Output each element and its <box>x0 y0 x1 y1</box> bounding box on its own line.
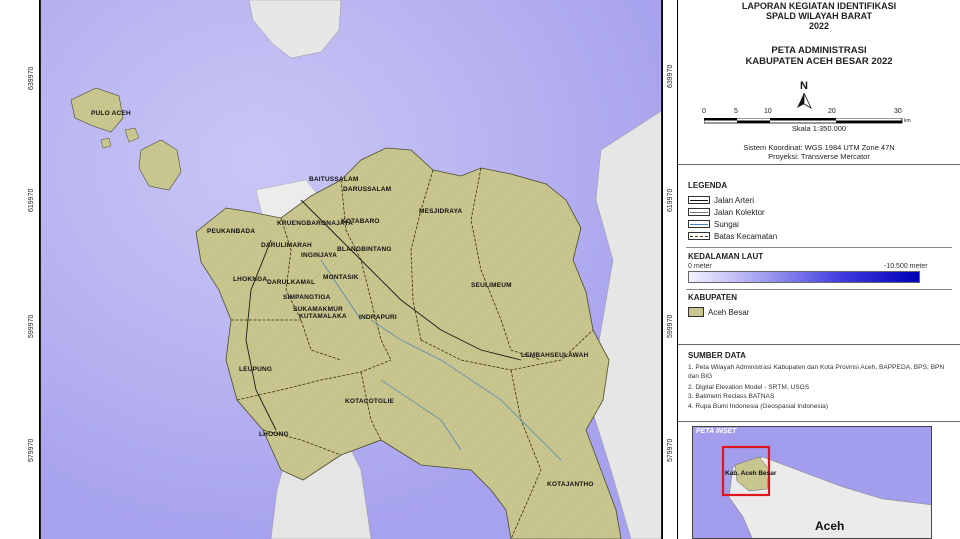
label-sukamakmur: SUKAMAKMUR <box>293 306 344 313</box>
inset-heading: PETA INSET <box>696 428 737 435</box>
source-item: 4. Rupa Bumi Indonesia (Geospasial Indon… <box>688 403 829 410</box>
grid-label: 599970 <box>667 314 674 338</box>
north-letter: N <box>800 80 808 92</box>
left-grid-ruler: 639970 619970 599970 579970 <box>0 0 40 539</box>
label-kotajantho: KOTAJANTHO <box>547 481 594 488</box>
grid-label: 579970 <box>28 438 35 462</box>
scale-text: Skala 1:350.000 <box>791 124 847 133</box>
main-map[interactable]: PULO ACEH BAITUSSALAM DARUSSALAM KRUENGB… <box>40 0 662 539</box>
report-title: LAPORAN KEGIATAN IDENTIFIKASI <box>741 1 897 11</box>
legend-block: LEGENDA Jalan Arteri Jalan Kolektor Sung… <box>678 165 960 345</box>
grid-label: 599970 <box>28 314 35 338</box>
label-mesjidraya: MESJIDRAYA <box>419 208 463 215</box>
map-layout: 639970 619970 599970 579970 PULO ACEH BA… <box>0 0 960 539</box>
inset-canvas <box>693 427 931 538</box>
legend-label: Jalan Kolektor <box>714 207 765 217</box>
arterial-road-symbol <box>688 196 710 204</box>
label-lembahseulawah: LEMBAHSEULAWAH <box>521 352 589 359</box>
label-inginjaya: INGINJAYA <box>301 252 338 259</box>
label-kutamalaka: KUTAMALAKA <box>299 313 347 320</box>
scale-tick: 5 <box>734 108 738 115</box>
inset-map[interactable]: PETA INSET Kab. Aceh Besar Aceh <box>692 426 932 539</box>
label-peukanbada: PEUKANBADA <box>207 228 256 235</box>
report-year: 2022 <box>808 21 830 31</box>
legend-heading: LEGENDA <box>688 181 728 190</box>
source-item: 3. Batimetri Reclass BATNAS <box>688 393 775 400</box>
scale-tick: 20 <box>828 108 836 115</box>
map-canvas: PULO ACEH BAITUSSALAM DARUSSALAM KRUENGB… <box>41 0 661 539</box>
sources-heading: SUMBER DATA <box>688 351 746 360</box>
grid-label: 639970 <box>28 66 35 90</box>
label-kotacotglie: KOTACOTGLIE <box>345 398 395 405</box>
coordinate-system: Sistem Koordinat: WGS 1984 UTM Zone 47N <box>743 143 895 152</box>
label-darussalam: DARUSSALAM <box>343 186 392 193</box>
legend-label: Batas Kecamatan <box>714 231 778 241</box>
map-legend-panel: LAPORAN KEGIATAN IDENTIFIKASI SPALD WILA… <box>678 0 960 539</box>
label-pulo-aceh: PULO ACEH <box>91 110 131 117</box>
divider <box>686 289 952 290</box>
label-leupung: LEUPUNG <box>239 366 273 373</box>
source-item: 1. Peta Wilayah Administrasi Kabupaten d… <box>688 364 945 380</box>
inset-region-label: Aceh <box>815 519 845 533</box>
river-symbol <box>688 220 710 228</box>
collector-road-symbol <box>688 208 710 216</box>
grid-label: 619970 <box>28 188 35 212</box>
scale-tick: 0 <box>702 108 706 115</box>
depth-max: -10.500 meter <box>884 263 928 270</box>
north-arrow-icon <box>797 93 812 109</box>
inset-highlight-label: Kab. Aceh Besar <box>725 470 777 477</box>
legend-item-jalan-kolektor: Jalan Kolektor <box>688 207 765 217</box>
legend-item-aceh-besar: Aceh Besar <box>688 307 749 317</box>
label-darulimarah: DARULIMARAH <box>261 242 312 249</box>
depth-heading: KEDALAMAN LAUT <box>688 252 764 261</box>
label-baitussalam: BAITUSSALAM <box>309 176 359 183</box>
district-boundary-symbol <box>688 232 710 240</box>
label-darulkamal: DARULKAMAL <box>267 279 316 286</box>
divider <box>686 247 952 248</box>
projection: Proyeksi: Transverse Mercator <box>768 152 870 161</box>
label-montasik: MONTASIK <box>323 274 359 281</box>
label-blangbintang: BLANGBINTANG <box>337 246 392 253</box>
title-block: LAPORAN KEGIATAN IDENTIFIKASI SPALD WILA… <box>678 0 960 165</box>
depth-min: 0 meter <box>688 263 712 270</box>
legend-item-batas-kecamatan: Batas Kecamatan <box>688 231 777 241</box>
label-kotabaro: KOTABARO <box>341 218 380 225</box>
source-item: 2. Digital Elevation Model - SRTM, USGS <box>688 384 810 391</box>
grid-label: 619970 <box>667 188 674 212</box>
scale-tick: 30 <box>894 108 902 115</box>
legend-item-sungai: Sungai <box>688 219 739 229</box>
report-subtitle: SPALD WILAYAH BARAT <box>765 11 872 21</box>
scale-tick: 10 <box>764 108 772 115</box>
legend-label: Sungai <box>714 219 739 229</box>
kabupaten-heading: KABUPATEN <box>688 293 738 302</box>
grid-label: 579970 <box>667 438 674 462</box>
legend-label: Aceh Besar <box>708 307 750 317</box>
label-indrapuri: INDRAPURI <box>359 314 397 321</box>
grid-label: 639970 <box>667 64 674 88</box>
label-lhoknga: LHOKNGA <box>233 276 268 283</box>
depth-gradient-bar <box>688 271 920 283</box>
legend-item-jalan-arteri: Jalan Arteri <box>688 195 754 205</box>
label-seulimeum: SEULIMEUM <box>471 282 512 289</box>
map-title: PETA ADMINISTRASI <box>771 45 867 56</box>
sources-block: SUMBER DATA 1. Peta Wilayah Administrasi… <box>678 345 960 422</box>
right-grid-ruler: 639970 619970 599970 579970 <box>662 0 678 539</box>
aceh-besar-swatch <box>688 307 704 317</box>
label-lhoong: LHOONG <box>259 431 289 438</box>
map-subtitle: KABUPATEN ACEH BESAR 2022 <box>745 56 893 67</box>
legend-label: Jalan Arteri <box>714 195 755 205</box>
label-simpangtiga: SIMPANGTIGA <box>283 294 331 301</box>
